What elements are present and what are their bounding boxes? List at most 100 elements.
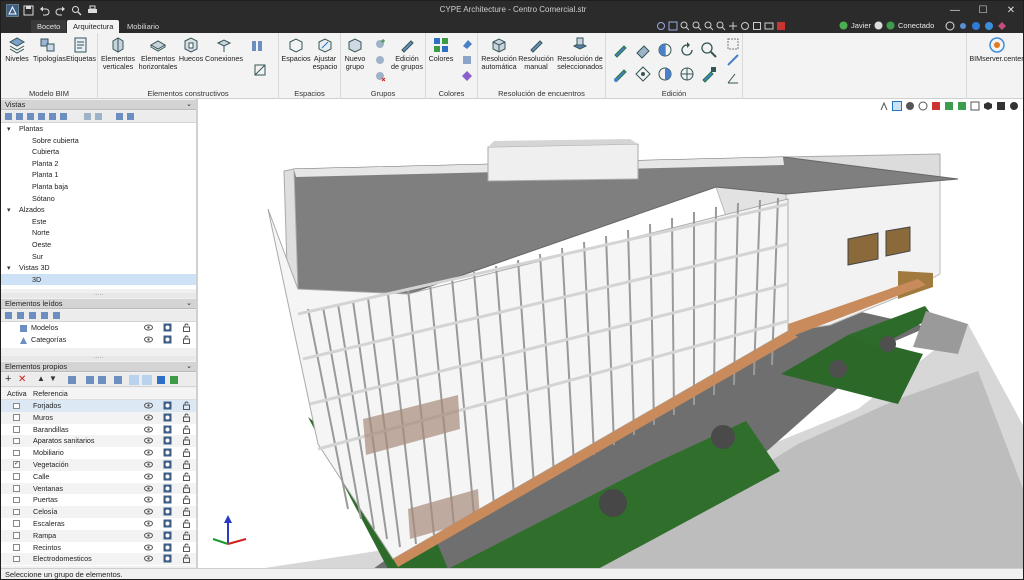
zoom-icon[interactable] [700,41,718,59]
active-checkbox[interactable] [13,414,20,421]
pencil-icon[interactable] [612,41,630,59]
active-checkbox[interactable] [13,544,20,551]
copy-color-icon[interactable] [460,53,474,67]
settings-gear-icon[interactable] [163,323,172,332]
settings-gear-icon[interactable] [163,460,172,469]
lock-icon[interactable] [182,413,191,422]
collapse-icon[interactable]: ⌄ [186,362,192,372]
collapse-icon[interactable]: ⌄ [186,100,192,110]
info-icon[interactable] [971,21,981,31]
visibility-eye-icon[interactable] [144,401,153,410]
nuevo-grupo-button[interactable]: Nuevo grupo [343,36,367,71]
elementos-horizontales-button[interactable]: Elementos horizontales [138,36,178,71]
active-checkbox[interactable] [13,402,20,409]
tree-item[interactable]: ▾ Vistas 3D [1,262,196,274]
tab-arquitectura[interactable]: Arquitectura [67,20,120,33]
measure-icon[interactable] [726,53,740,67]
resolucion-automatica-button[interactable]: Resolución automática [480,36,518,71]
settings-gear-icon[interactable] [163,472,172,481]
bim-icon[interactable] [997,21,1007,31]
tree-item[interactable]: ▾ Alzados [1,204,196,216]
huecos-button[interactable]: Huecos [178,36,204,63]
layer-visibility-icon[interactable] [944,101,954,111]
lock-icon[interactable] [182,472,191,481]
lock-icon[interactable] [182,460,191,469]
visibility-eye-icon[interactable] [144,413,153,422]
tipologias-button[interactable]: Tipologías [33,36,66,63]
settings-gear-icon[interactable] [163,531,172,540]
table-row[interactable]: ✓ Vegetación [1,458,196,471]
copy-icon[interactable] [634,65,652,83]
tree-item[interactable]: 3D [1,273,196,286]
web-icon[interactable] [984,21,994,31]
visibility-eye-icon[interactable] [144,495,153,504]
visibility-eye-icon[interactable] [144,507,153,516]
lock-icon[interactable] [182,495,191,505]
cube-view-icon[interactable] [983,101,993,111]
table-row[interactable]: Escaleras [1,518,196,530]
view-3d-icon[interactable] [751,20,762,32]
etiquetas-button[interactable]: Etiquetas [66,36,96,63]
move-icon[interactable] [612,65,630,83]
lock-icon[interactable] [182,531,191,540]
tree-item[interactable]: Oeste [1,239,196,251]
settings-gear-icon[interactable] [163,507,172,516]
elementos-verticales-button[interactable]: Elementos verticales [100,36,136,71]
lock-icon[interactable] [182,335,191,344]
active-checkbox[interactable] [13,426,20,433]
collapse-icon[interactable]: ⌄ [186,299,192,309]
zoom-window-icon[interactable] [667,20,678,32]
lock-icon[interactable] [182,554,191,564]
rotate-icon[interactable] [739,20,750,32]
tree-item[interactable]: Norte [1,227,196,239]
visibility-eye-icon[interactable] [144,554,153,563]
rectangle-icon[interactable] [253,63,267,77]
settings-gear-icon[interactable] [163,495,172,504]
axes-view-icon[interactable] [879,101,889,111]
zoom-in-icon[interactable] [679,20,690,32]
paint-icon[interactable] [460,37,474,51]
move-up-icon[interactable]: ▲ [37,374,45,383]
ajustar-espacio-button[interactable]: Ajustar espacio [311,36,339,71]
align-icon[interactable] [250,39,264,53]
lock-icon[interactable] [182,519,191,528]
active-checkbox[interactable] [13,496,20,504]
active-checkbox[interactable] [13,485,20,492]
zoom-previous-icon[interactable] [715,20,726,32]
visibility-eye-icon[interactable] [144,543,153,552]
active-checkbox[interactable] [13,473,20,480]
table-row[interactable]: Celosía [1,506,196,518]
capture-icon[interactable] [763,20,774,32]
eraser-icon[interactable] [634,41,652,59]
add-icon[interactable]: + [5,373,11,386]
visibility-eye-icon[interactable] [144,448,153,457]
maximize-button[interactable]: ☐ [969,1,997,19]
tree-item[interactable]: Planta baja [1,181,196,193]
lock-icon[interactable] [182,507,191,517]
settings-gear-icon[interactable] [163,413,172,422]
active-checkbox[interactable]: ✓ [13,461,20,468]
lock-icon[interactable] [182,543,191,552]
list-item-categorias[interactable]: Categorías [1,334,196,346]
navigation-icon[interactable] [655,20,666,32]
settings-icon[interactable] [958,21,968,31]
lock-icon[interactable] [182,484,191,493]
settings-gear-icon[interactable] [163,554,172,563]
table-row[interactable]: Recintos [1,542,196,554]
user-indicator[interactable]: Javier [839,21,871,30]
delete-icon[interactable]: ✕ [18,373,26,386]
table-row[interactable]: Mobiliario [1,447,196,459]
visibility-eye-icon[interactable] [144,531,153,540]
color-mode-icon[interactable] [931,101,941,111]
elementos-propios-header[interactable]: Elementos propios ⌄ [1,362,196,372]
color-picker-icon[interactable] [460,69,474,83]
lock-icon[interactable] [182,448,191,458]
close-button[interactable]: ✕ [997,1,1023,19]
eyedropper-icon[interactable] [700,65,718,83]
tree-item[interactable]: Sótano [1,193,196,205]
tree-item[interactable]: Este [1,216,196,228]
settings-gear-icon[interactable] [163,335,172,344]
conexiones-button[interactable]: Conexiones [204,36,244,63]
tab-mobiliario[interactable]: Mobiliario [121,20,165,33]
visibility-eye-icon[interactable] [144,484,153,493]
